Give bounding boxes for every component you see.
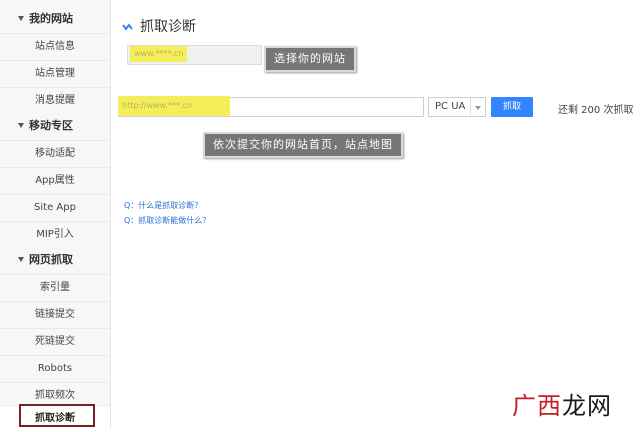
caret-down-icon	[18, 16, 24, 21]
group-title-my-sites[interactable]: 我的网站	[0, 6, 110, 32]
dropdown-arrow-icon	[470, 98, 485, 116]
faq-link-what[interactable]: Q：什么是抓取诊断？	[124, 200, 202, 211]
caret-down-icon	[18, 257, 24, 262]
sidebar-item-app-props[interactable]: App属性	[0, 167, 110, 193]
faq-link-purpose[interactable]: Q：抓取诊断能做什么？	[124, 215, 210, 226]
chevron-icon	[122, 23, 133, 31]
watermark: 广西龙网	[512, 392, 612, 420]
sidebar-item-site-manage[interactable]: 站点管理	[0, 60, 110, 86]
sidebar-item-link-submit[interactable]: 链接提交	[0, 301, 110, 327]
sidebar-item-site-app[interactable]: Site App	[0, 194, 110, 220]
sidebar-item-mip[interactable]: MIP引入	[0, 221, 110, 247]
page-title: 抓取诊断	[122, 16, 196, 36]
crawl-button[interactable]: 抓取	[491, 97, 533, 117]
sidebar-item-site-info[interactable]: 站点信息	[0, 33, 110, 59]
group-title-crawl[interactable]: 网页抓取	[0, 247, 110, 273]
ua-select[interactable]: PC UA	[428, 97, 486, 117]
remaining-count: 还剩 200 次抓取	[558, 105, 634, 116]
tip-select-site: 选择你的网站	[264, 46, 356, 72]
sidebar-item-messages[interactable]: 消息提醒	[0, 87, 110, 113]
sidebar-item-deadlink-submit[interactable]: 死链提交	[0, 328, 110, 354]
caret-down-icon	[18, 123, 24, 128]
sidebar-item-mobile-adapt[interactable]: 移动适配	[0, 140, 110, 166]
group-title-mobile[interactable]: 移动专区	[0, 113, 110, 139]
url-value-highlight: http://www.***.cn	[118, 96, 230, 116]
ua-select-value: PC UA	[435, 101, 466, 112]
sidebar: 我的网站 站点信息 站点管理 消息提醒 移动专区 移动适配 App属性 Site…	[0, 0, 111, 431]
sidebar-item-robots[interactable]: Robots	[0, 355, 110, 381]
tip-submit-homepage: 依次提交你的网站首页，站点地图	[203, 132, 403, 158]
site-value-highlight: www.****.cn	[130, 46, 188, 62]
sidebar-item-index[interactable]: 索引量	[0, 274, 110, 300]
active-item-highlight	[19, 404, 95, 427]
